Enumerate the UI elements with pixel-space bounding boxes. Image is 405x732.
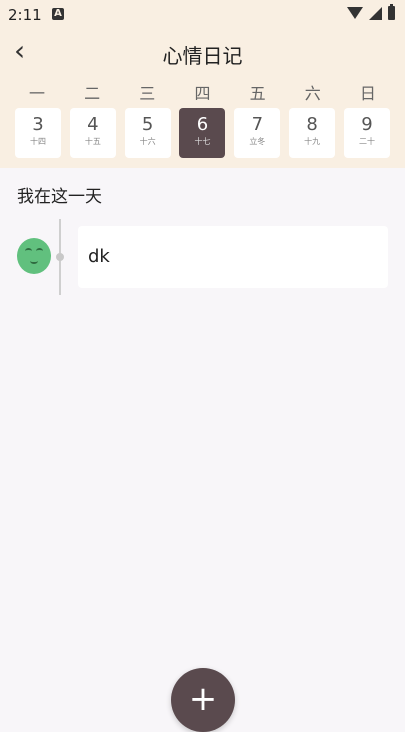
- lunar-date: 二十: [358, 137, 375, 146]
- weekday-label: 五: [249, 84, 266, 103]
- smiley-face-icon: [17, 238, 51, 274]
- day-cell[interactable]: 7 立冬: [234, 108, 281, 158]
- day-number: 5: [141, 114, 154, 135]
- day-number: 7: [251, 114, 264, 135]
- day-cell[interactable]: 3 十四: [15, 108, 61, 158]
- weekday-label: 日: [359, 84, 376, 103]
- day-number: 4: [87, 114, 99, 135]
- day-number: 8: [306, 114, 318, 135]
- weekday-label: 一: [28, 84, 45, 103]
- day-cell[interactable]: 8 十九: [289, 108, 336, 158]
- day-cell[interactable]: 5 十六: [124, 108, 171, 158]
- diary-entry-text: dk: [88, 246, 110, 267]
- weekday-label: 六: [304, 84, 321, 103]
- lunar-date: 立冬: [249, 137, 266, 146]
- section-title: 我在这一天: [17, 187, 102, 207]
- lunar-date: 十七: [194, 137, 211, 146]
- status-bar: 2:11 A: [0, 0, 405, 30]
- wifi-icon: [347, 7, 363, 19]
- lunar-date: 十四: [30, 137, 46, 146]
- lunar-date: 十五: [84, 137, 101, 146]
- signal-icon: [369, 6, 382, 20]
- weekday-label: 四: [194, 84, 211, 103]
- lunar-date: 十九: [304, 137, 321, 146]
- system-icons: [347, 4, 395, 20]
- face-mouth: [30, 258, 38, 264]
- day-cell[interactable]: 9 二十: [343, 108, 390, 158]
- notification-icon: A: [52, 8, 64, 20]
- face-eye: [25, 248, 32, 254]
- face-eye: [36, 248, 43, 254]
- status-time: 2:11: [8, 6, 42, 24]
- day-cell-selected[interactable]: 6 十七: [179, 108, 226, 158]
- day-number: 6: [196, 114, 209, 135]
- weekday-label: 三: [139, 84, 156, 103]
- day-number: 3: [32, 114, 44, 135]
- weekday-label: 二: [84, 84, 101, 103]
- timeline-dot: [56, 253, 64, 261]
- lunar-date: 十六: [139, 137, 156, 146]
- day-picker: 3 十四 4 十五 5 十六 6 十七 7 立冬 8 十九 9 二十: [15, 108, 390, 158]
- app-header: ‹ 心情日记: [0, 34, 405, 70]
- day-cell[interactable]: 4 十五: [69, 108, 116, 158]
- weekday-row: 一 二 三 四 五 六 日: [11, 80, 394, 104]
- battery-icon: [388, 4, 395, 20]
- add-entry-button[interactable]: +: [171, 668, 235, 732]
- day-number: 9: [361, 114, 373, 135]
- diary-entry-card[interactable]: dk: [78, 226, 388, 288]
- page-title: 心情日记: [162, 44, 243, 68]
